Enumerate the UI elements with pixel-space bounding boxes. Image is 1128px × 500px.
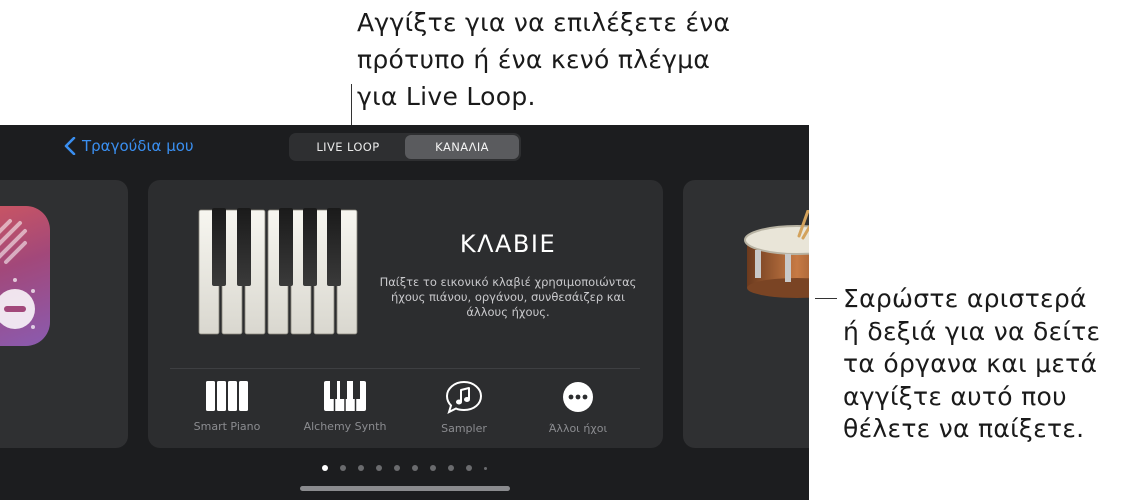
callout-line: Σαρώστε αριστερά (843, 284, 1087, 313)
callout-line: θέλετε να παίξετε. (843, 414, 1085, 443)
page-dot (376, 465, 382, 471)
home-indicator[interactable] (300, 486, 510, 491)
callout-swipe-instruments: Σαρώστε αριστερά ή δεξιά για να δείτε τα… (843, 283, 1128, 446)
music-note-bubble-icon (445, 380, 483, 414)
option-smart-piano[interactable]: Smart Piano (172, 380, 282, 433)
callout-line: πρότυπο ή ένα κενό πλέγμα (357, 45, 711, 74)
callout-line: ή δεξιά για να δείτε (843, 316, 1101, 346)
option-label: Άλλοι ήχοι (548, 422, 608, 435)
page-indicator[interactable] (322, 465, 499, 471)
instrument-card-live-loops[interactable] (0, 180, 128, 448)
garageband-sound-browser: Τραγούδια μου LIVE LOOP ΚΑΝΑΛΙΑ ΚΛΑΒΙΕ Π… (0, 125, 809, 500)
live-loops-icon (0, 206, 50, 346)
instrument-card-drums[interactable] (683, 180, 809, 448)
callout-leader-line (815, 298, 837, 299)
option-label: Sampler (441, 422, 487, 435)
option-sampler[interactable]: Sampler (409, 380, 519, 435)
instrument-title: ΚΛΑΒΙΕ (459, 230, 557, 258)
snare-drum-image (744, 210, 809, 298)
tab-tracks[interactable]: ΚΑΝΑΛΙΑ (405, 135, 519, 159)
chevron-left-icon (64, 137, 76, 155)
view-segmented-control: LIVE LOOP ΚΑΝΑΛΙΑ (289, 133, 521, 161)
back-button-label: Τραγούδια μου (82, 137, 194, 155)
page-dot (430, 465, 436, 471)
more-icon (563, 382, 593, 412)
option-alchemy-synth[interactable]: Alchemy Synth (290, 380, 400, 433)
smart-piano-icon (206, 381, 248, 411)
callout-line: για Live Loop. (357, 82, 536, 111)
option-label: Alchemy Synth (303, 420, 387, 433)
page-dot (466, 465, 472, 471)
keyboard-icon (324, 380, 366, 411)
option-other-sounds[interactable]: Άλλοι ήχοι (523, 380, 633, 435)
page-dot (484, 466, 487, 470)
page-dot (340, 465, 346, 471)
page-dot (394, 465, 400, 471)
page-dot (358, 465, 364, 471)
page-dot (448, 465, 454, 471)
page-dot (322, 465, 328, 471)
callout-line: αγγίξτε αυτό που (843, 381, 1067, 411)
callout-line: Αγγίξτε για να επιλέξετε ένα (357, 8, 731, 37)
callout-template-picker: Αγγίξτε για να επιλέξετε ένα πρότυπο ή έ… (357, 4, 777, 115)
tab-live-loops[interactable]: LIVE LOOP (291, 135, 405, 159)
option-label: Smart Piano (193, 420, 261, 433)
callout-line: τα όργανα και μετά (843, 349, 1098, 378)
instrument-description: Παίξτε το εικονικό κλαβιέ χρησιμοποιώντα… (379, 275, 637, 319)
back-button[interactable]: Τραγούδια μου (64, 133, 194, 159)
instrument-card-keyboard[interactable]: ΚΛΑΒΙΕ Παίξτε το εικονικό κλαβιέ χρησιμο… (148, 180, 663, 448)
piano-keys-image (198, 208, 358, 335)
divider (170, 368, 640, 369)
page-dot (412, 465, 418, 471)
